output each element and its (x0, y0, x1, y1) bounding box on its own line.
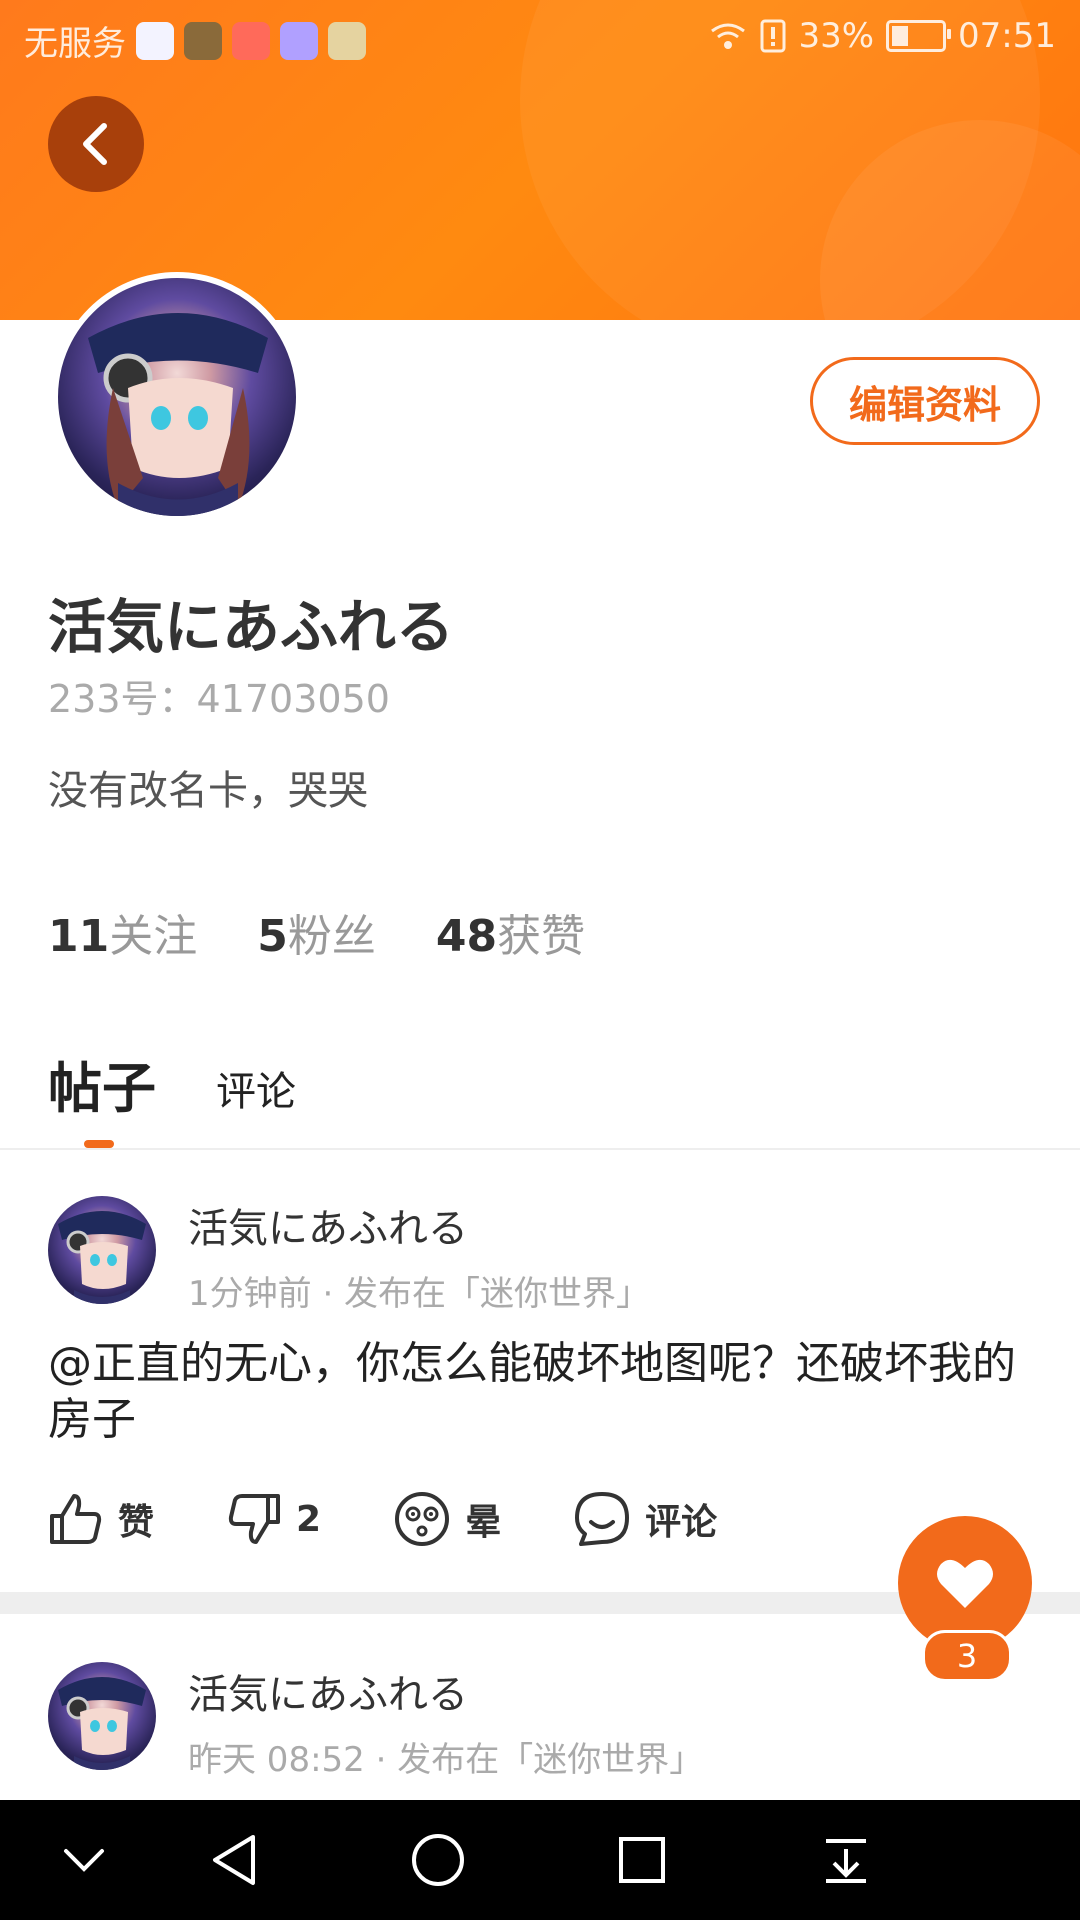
stat-number: 11 (48, 911, 110, 962)
post-text[interactable]: @正直的无心，你怎么能破坏地图呢？还破坏我的房子 (48, 1336, 1028, 1448)
stat-label: 关注 (109, 911, 198, 962)
dizzy-button[interactable]: 晕 (393, 1490, 501, 1548)
carrier-text: 无服务 (24, 24, 126, 64)
heart-icon (937, 1559, 993, 1608)
dislike-count: 2 (296, 1498, 322, 1540)
content-tabs: 帖子 评论 (48, 1044, 296, 1123)
profile-avatar[interactable] (52, 272, 302, 522)
dislike-button[interactable]: 2 (226, 1492, 321, 1546)
stat-following[interactable]: 11关注 (48, 900, 197, 964)
stat-followers[interactable]: 5粉丝 (257, 900, 376, 964)
back-triangle-icon (213, 1835, 255, 1885)
avatar-illustration (88, 313, 268, 516)
avatar-illustration (58, 1677, 146, 1770)
profile-stats: 11关注 5粉丝 48获赞 (48, 900, 585, 964)
recents-square-icon (619, 1837, 665, 1883)
favorite-count-badge: 3 (922, 1630, 1012, 1682)
battery-percent: 33% (798, 16, 875, 56)
post-header: 活気にあふれる 1分钟前 · 发布在「迷你世界」 (48, 1196, 650, 1315)
tab-comments[interactable]: 评论 (216, 1059, 296, 1123)
post-time: 昨天 08:52 · 发布在「迷你世界」 (188, 1740, 704, 1780)
status-bar: 无服务 33% 07:51 (0, 0, 1080, 78)
post-header: 活気にあふれる 昨天 08:52 · 发布在「迷你世界」 (48, 1662, 703, 1781)
nav-recents-button[interactable] (612, 1830, 672, 1890)
wifi-icon (711, 23, 746, 49)
stat-likes[interactable]: 48获赞 (436, 900, 585, 964)
game-icon (184, 21, 222, 60)
clock: 07:51 (958, 16, 1056, 56)
baidu-icon (136, 21, 174, 60)
stat-number: 5 (257, 911, 288, 962)
profile-bio: 没有改名卡，哭哭 (48, 768, 368, 814)
like-label: 赞 (118, 1502, 155, 1543)
divider (0, 1148, 1080, 1150)
comment-label: 评论 (645, 1502, 718, 1543)
avatar[interactable] (48, 1662, 156, 1770)
tab-posts[interactable]: 帖子 (48, 1044, 156, 1123)
nav-collapse-button[interactable] (54, 1830, 114, 1890)
tab-indicator (84, 1140, 114, 1148)
back-button[interactable] (48, 96, 144, 192)
nav-notification-button[interactable] (816, 1830, 876, 1890)
post-author[interactable]: 活気にあふれる (188, 1662, 703, 1720)
nav-back-button[interactable] (204, 1830, 264, 1890)
music-icon (280, 21, 318, 60)
chevron-down-icon (64, 1849, 104, 1872)
system-nav-bar (0, 1800, 1080, 1920)
battery-icon (886, 20, 952, 52)
thumbs-up-icon (50, 1494, 102, 1544)
like-button[interactable]: 赞 (48, 1492, 154, 1546)
pull-down-icon (826, 1839, 866, 1883)
profile-uid: 233号：41703050 (48, 677, 390, 721)
dizzy-face-icon (395, 1492, 450, 1546)
nav-home-button[interactable] (408, 1830, 468, 1890)
stat-label: 粉丝 (287, 911, 376, 962)
home-circle-icon (412, 1834, 464, 1886)
stat-label: 获赞 (497, 911, 586, 962)
thumbs-down-icon (228, 1494, 281, 1544)
app-icon (232, 21, 270, 60)
post-author[interactable]: 活気にあふれる (188, 1196, 650, 1254)
avatar-illustration (58, 1211, 146, 1304)
chevron-left-icon (83, 123, 107, 165)
avatar[interactable] (48, 1196, 156, 1304)
profile-name: 活気にあふれる (48, 593, 455, 661)
battery-alert-icon (760, 19, 786, 53)
comment-icon (575, 1492, 630, 1546)
dizzy-label: 晕 (465, 1502, 502, 1543)
post-actions: 赞 2 晕 评论 (48, 1490, 789, 1548)
post-time: 1分钟前 · 发布在「迷你世界」 (188, 1274, 651, 1314)
book-icon (328, 21, 366, 60)
edit-profile-button[interactable]: 编辑资料 (810, 357, 1040, 445)
comment-button[interactable]: 评论 (573, 1490, 717, 1548)
stat-number: 48 (435, 911, 498, 962)
